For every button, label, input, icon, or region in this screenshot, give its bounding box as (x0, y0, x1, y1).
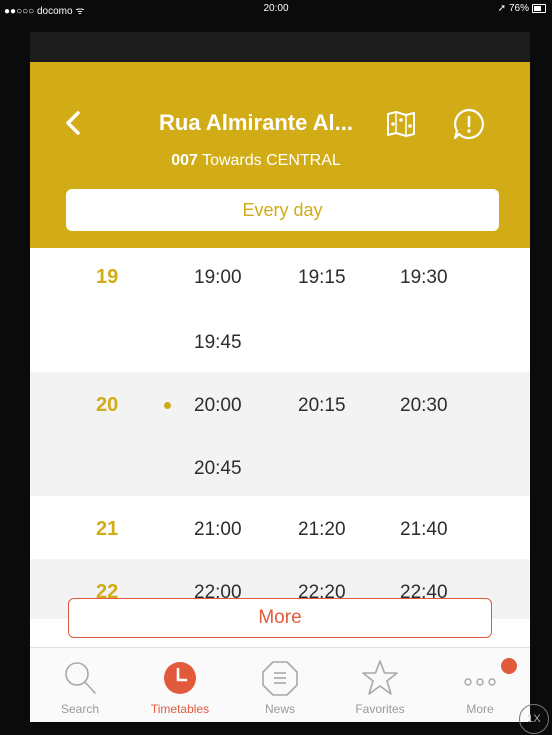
alert-icon[interactable] (452, 107, 486, 141)
hour-row-20: 20 20:00 20:15 20:30 20:45 (30, 372, 530, 496)
app-screen: Rua Almirante Al... 007 Towards CENTRAL … (30, 32, 530, 722)
hour-label: 19 (96, 266, 119, 288)
status-bar: ●●○○○ docomo ᯤ 20:00 ➚ 76% (0, 0, 552, 20)
current-time-indicator (164, 402, 171, 409)
hour-label: 20 (96, 394, 119, 416)
notification-badge (501, 658, 517, 674)
departure-time[interactable]: 19:30 (400, 267, 448, 289)
hour-row-21: 21 21:00 21:20 21:40 (30, 496, 530, 559)
map-icon[interactable] (386, 110, 416, 138)
departure-time[interactable]: 19:00 (194, 267, 242, 289)
departure-time[interactable]: 20:00 (194, 395, 242, 417)
route-number: 007 (171, 152, 198, 169)
tab-search[interactable]: Search (30, 648, 130, 722)
tab-bar: Search Timetables News Favorites More (30, 647, 530, 722)
tab-label: News (264, 702, 295, 716)
departure-time[interactable]: 21:00 (194, 519, 242, 541)
tab-label: Timetables (150, 702, 210, 716)
back-icon (66, 111, 80, 135)
location-icon: ➚ (497, 3, 506, 14)
day-filter-button[interactable]: Every day (66, 189, 499, 231)
tab-favorites[interactable]: Favorites (330, 648, 430, 722)
status-right: ➚ 76% (498, 3, 546, 14)
route-subtitle: 007 Towards CENTRAL (126, 152, 386, 170)
tab-news[interactable]: News (230, 648, 330, 722)
departure-time[interactable]: 19:45 (194, 332, 242, 354)
clock-icon (164, 662, 196, 694)
battery-percent: 76% (508, 3, 529, 14)
timetable-list: 19 19:00 19:15 19:30 19:45 20 20:00 20:1… (30, 248, 530, 619)
zoom-button[interactable]: 1X (519, 704, 549, 734)
back-button[interactable] (62, 111, 84, 135)
tab-timetables[interactable]: Timetables (130, 648, 230, 722)
battery-icon (532, 4, 546, 13)
departure-time[interactable]: 19:15 (298, 267, 346, 289)
hour-label: 21 (96, 518, 119, 540)
search-icon (65, 662, 96, 694)
departure-time[interactable]: 20:15 (298, 395, 346, 417)
more-dots-icon (464, 678, 496, 686)
tab-more[interactable]: More (430, 648, 530, 722)
departure-time[interactable]: 21:20 (298, 519, 346, 541)
tab-label: Favorites (355, 702, 405, 716)
departure-time[interactable]: 21:40 (400, 519, 448, 541)
route-direction: Towards CENTRAL (202, 152, 341, 169)
news-icon (262, 661, 298, 696)
more-times-button[interactable]: More (68, 598, 492, 638)
departure-time[interactable]: 20:45 (194, 458, 242, 480)
departure-time[interactable]: 20:30 (400, 395, 448, 417)
timetable-header: Rua Almirante Al... 007 Towards CENTRAL … (30, 62, 530, 248)
star-icon (362, 660, 398, 695)
tab-label: Search (60, 702, 100, 716)
status-time: 20:00 (263, 3, 289, 14)
hour-row-19: 19 19:00 19:15 19:30 19:45 (30, 248, 530, 372)
top-band (30, 32, 530, 62)
stop-name: Rua Almirante Al... (159, 110, 353, 135)
tab-label: More (466, 702, 494, 716)
